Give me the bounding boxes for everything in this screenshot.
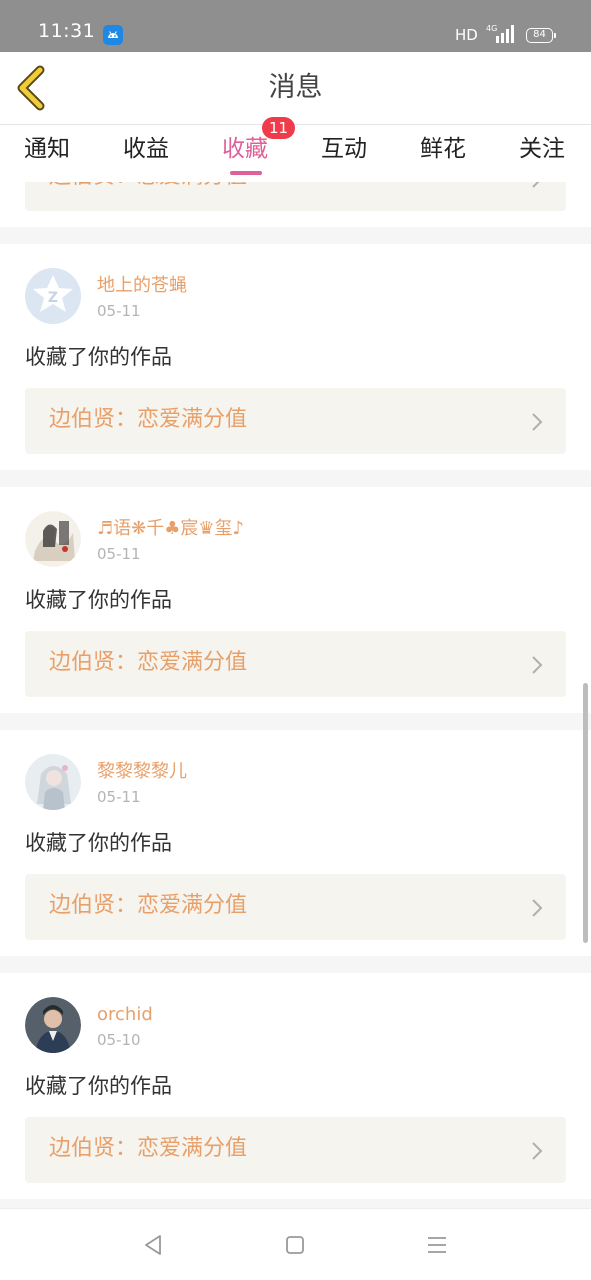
header: 消息 (0, 52, 591, 125)
work-link-title: 边伯贤：恋爱满分值 (49, 1136, 248, 1161)
photo-avatar (25, 997, 81, 1053)
message-text: 收藏了你的作品 (25, 831, 172, 855)
message-card: Z 地上的苍蝇 05-11 收藏了你的作品 边伯贤：恋爱满分值 (0, 244, 591, 470)
chevron-right-icon (532, 656, 543, 674)
chevron-right-icon (532, 182, 540, 188)
avatar[interactable] (25, 754, 81, 810)
tab-favorites[interactable]: 收藏 (222, 136, 268, 164)
triangle-back-icon (145, 1235, 161, 1255)
user-name[interactable]: 黎黎黎黎儿 (97, 761, 187, 783)
tab-interactions[interactable]: 互动 (321, 136, 367, 164)
work-link-title: 边伯贤：恋爱满分值 (49, 407, 248, 432)
svg-text:Z: Z (48, 290, 58, 306)
message-card: orchid 05-10 收藏了你的作品 边伯贤：恋爱满分值 (0, 973, 591, 1199)
avatar[interactable] (25, 997, 81, 1053)
user-name[interactable]: orchid (97, 1004, 153, 1026)
tab-flowers[interactable]: 鲜花 (420, 136, 466, 164)
avatar[interactable] (25, 511, 81, 567)
user-name[interactable]: 地上的苍蝇 (97, 275, 187, 297)
message-date: 05-11 (97, 788, 141, 806)
work-link[interactable]: 边伯贤：恋爱满分值 (25, 631, 566, 697)
nav-back-button[interactable] (141, 1233, 165, 1257)
status-time: 11:31 (38, 20, 96, 42)
work-link-title: 边伯贤：恋爱满分值 (49, 182, 247, 190)
favorites-count-badge: 11 (262, 117, 296, 139)
message-text: 收藏了你的作品 (25, 588, 172, 612)
hamburger-menu-icon (428, 1237, 446, 1253)
work-link-title: 边伯贤：恋爱满分值 (49, 893, 248, 918)
avatar[interactable]: Z (25, 268, 81, 324)
message-text: 收藏了你的作品 (25, 345, 172, 369)
nav-menu-button[interactable] (425, 1233, 449, 1257)
work-link-title: 边伯贤：恋爱满分值 (49, 650, 248, 675)
message-date: 05-10 (97, 1031, 141, 1049)
android-icon (103, 25, 123, 45)
work-link[interactable]: 边伯贤：恋爱满分值 (25, 182, 566, 211)
chevron-right-icon (532, 899, 543, 917)
anime-girl-avatar (25, 754, 81, 810)
page-title: 消息 (268, 72, 323, 103)
message-card: 黎黎黎黎儿 05-11 收藏了你的作品 边伯贤：恋爱满分值 (0, 730, 591, 956)
nav-home-button[interactable] (283, 1233, 307, 1257)
active-tab-indicator (230, 171, 262, 175)
status-bar: 11:31 HD 4G 84 (0, 0, 591, 52)
chevron-right-icon (532, 413, 543, 431)
message-date: 05-11 (97, 302, 141, 320)
message-card: ♬语❋千♣宸♛玺♪ 05-11 收藏了你的作品 边伯贤：恋爱满分值 (0, 487, 591, 713)
work-link[interactable]: 边伯贤：恋爱满分值 (25, 874, 566, 940)
tab-bar: 通知 收益 收藏 互动 鲜花 关注 (0, 126, 591, 182)
default-avatar-icon: Z (25, 268, 81, 324)
chevron-right-icon (532, 1142, 543, 1160)
signal-icon: 4G (486, 24, 518, 48)
message-text: 收藏了你的作品 (25, 1074, 172, 1098)
system-nav-bar (0, 1208, 591, 1280)
work-link[interactable]: 边伯贤：恋爱满分值 (25, 1117, 566, 1183)
message-date: 05-11 (97, 545, 141, 563)
message-feed[interactable]: 边伯贤：恋爱满分值 Z 地上的苍蝇 05-11 收藏了你的作品 边伯贤：恋爱满分… (0, 182, 591, 1208)
tab-notifications[interactable]: 通知 (24, 136, 70, 164)
work-link[interactable]: 边伯贤：恋爱满分值 (25, 388, 566, 454)
square-home-icon (286, 1236, 304, 1254)
battery-indicator: 84 (526, 28, 556, 43)
tab-earnings[interactable]: 收益 (123, 136, 169, 164)
user-name[interactable]: ♬语❋千♣宸♛玺♪ (97, 518, 244, 540)
network-type: HD (455, 26, 478, 44)
scrollbar-thumb[interactable] (583, 683, 588, 943)
message-card-partial: 边伯贤：恋爱满分值 (0, 182, 591, 227)
signal-type: 4G (486, 24, 497, 33)
ink-painting-avatar (25, 511, 81, 567)
tab-follows[interactable]: 关注 (519, 136, 565, 164)
